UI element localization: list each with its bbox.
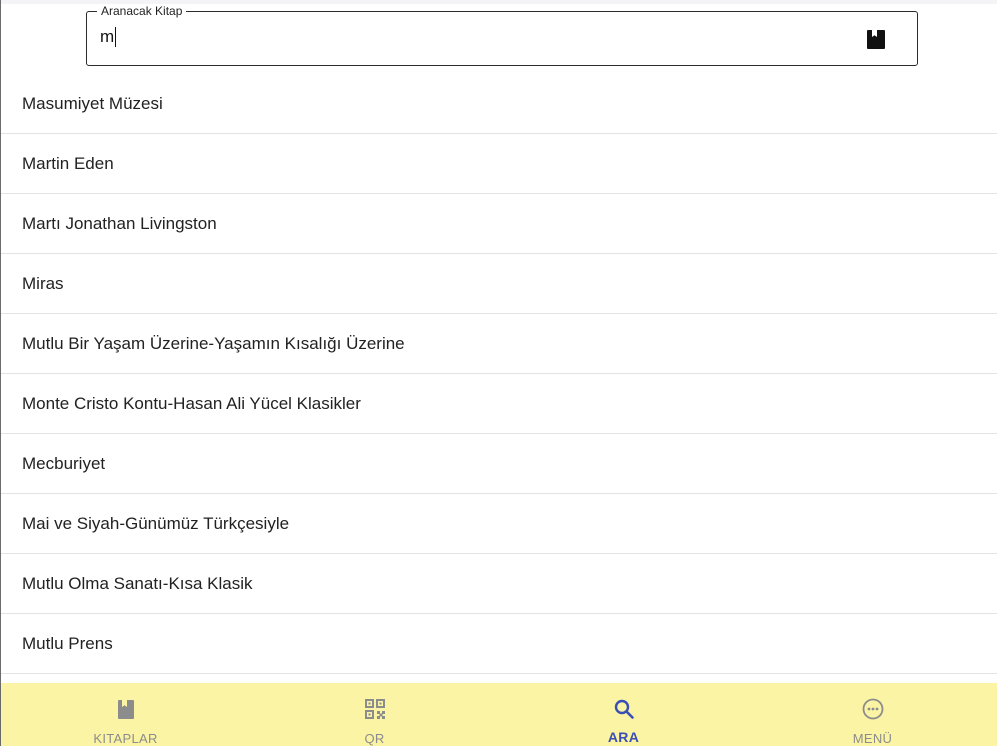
bottom-navigation: KITAPLAR QR ARA MENÜ: [1, 683, 997, 746]
search-icon: [614, 699, 634, 719]
list-item[interactable]: Mutlu Olma Sanatı-Kısa Klasik: [1, 554, 997, 614]
nav-tab-label: ARA: [607, 729, 640, 745]
list-item[interactable]: Monte Cristo Kontu-Hasan Ali Yücel Klasi…: [1, 374, 997, 434]
list-item[interactable]: Mutlu Bir Yaşam Üzerine-Yaşamın Kısalığı…: [1, 314, 997, 374]
nav-tab-qr[interactable]: QR: [250, 683, 499, 746]
list-item[interactable]: Martı Jonathan Livingston: [1, 194, 997, 254]
list-item[interactable]: Miras: [1, 254, 997, 314]
search-field[interactable]: Aranacak Kitap m: [86, 4, 918, 66]
search-field-label: Aranacak Kitap: [97, 4, 187, 18]
nav-tab-label: KITAPLAR: [93, 731, 158, 746]
book-icon: [867, 30, 885, 49]
list-item[interactable]: Mai ve Siyah-Günümüz Türkçesiyle: [1, 494, 997, 554]
search-input-value: m: [100, 27, 115, 46]
nav-tab-ara[interactable]: ARA: [499, 683, 748, 746]
text-caret: [115, 27, 117, 47]
qr-code-icon: [364, 699, 385, 719]
nav-tab-label: QR: [364, 731, 385, 746]
nav-tab-label: MENÜ: [852, 731, 893, 746]
app-window: Aranacak Kitap m Masumiyet Müzesi Martin…: [0, 0, 997, 746]
more-horizontal-circle-icon: [862, 698, 883, 720]
nav-tab-menu[interactable]: MENÜ: [748, 683, 997, 746]
list-item[interactable]: Mutlu Prens: [1, 614, 997, 674]
book-icon: [117, 700, 134, 719]
search-input[interactable]: m: [100, 24, 840, 50]
list-item[interactable]: Masumiyet Müzesi: [1, 74, 997, 134]
list-item[interactable]: Mecburiyet: [1, 434, 997, 494]
list-item[interactable]: Martin Eden: [1, 134, 997, 194]
book-result-list: Masumiyet Müzesi Martin Eden Martı Jonat…: [1, 74, 997, 674]
nav-tab-kitaplar[interactable]: KITAPLAR: [1, 683, 250, 746]
